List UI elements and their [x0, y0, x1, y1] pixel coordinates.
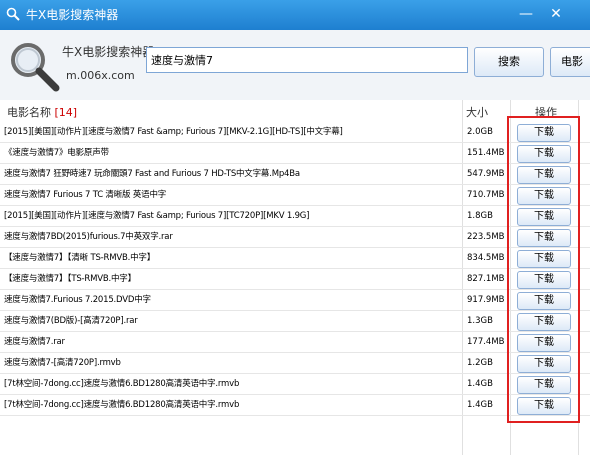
movie-size: 223.5MB — [467, 232, 505, 242]
header-size: 大小 — [466, 106, 488, 119]
movie-size: 2.0GB — [467, 127, 493, 137]
table-row: 速度与激情7-[高清720P].rmvb 1.2GB 下载 — [0, 353, 590, 374]
movie-size: 1.2GB — [467, 358, 493, 368]
header-name: 电影名称 [14] — [7, 104, 77, 120]
movie-size: 1.4GB — [467, 400, 493, 410]
table-row: [2015][美国][动作片][速度与激情7 Fast &amp; Furiou… — [0, 122, 590, 143]
movie-size: 1.4GB — [467, 379, 493, 389]
close-button[interactable]: ✕ — [543, 4, 569, 24]
download-button[interactable]: 下载 — [517, 271, 571, 289]
table-row: [7t林空间-7dong.cc]速度与激情6.BD1280高清英语中字.rmvb… — [0, 374, 590, 395]
table-row: 《速度与激情7》电影原声带 151.4MB 下载 — [0, 143, 590, 164]
download-button[interactable]: 下载 — [517, 229, 571, 247]
search-button[interactable]: 搜索 — [474, 47, 544, 77]
download-button[interactable]: 下载 — [517, 376, 571, 394]
movie-name: 速度与激情7(BD版)-[高清720P].rar — [4, 316, 138, 326]
download-button[interactable]: 下载 — [517, 313, 571, 331]
movie-name: 速度与激情7BD(2015)furious.7中英双字.rar — [4, 232, 173, 242]
movie-name: 速度与激情7.Furious 7.2015.DVD中字 — [4, 295, 151, 305]
download-button[interactable]: 下载 — [517, 355, 571, 373]
movie-name: 【速度与激情7】【清晰 TS-RMVB.中字】 — [4, 253, 156, 263]
movie-name: 【速度与激情7】【TS-RMVB.中字】 — [4, 274, 136, 284]
movie-name: [7t林空间-7dong.cc]速度与激情6.BD1280高清英语中字.rmvb — [4, 400, 240, 410]
results-table: 电影名称 [14] 大小 操作 [2015][美国][动作片][速度与激情7 F… — [0, 100, 590, 455]
movie-size: 547.9MB — [467, 169, 505, 179]
window-title: 牛X电影搜索神器 — [26, 8, 119, 22]
table-row: 速度与激情7 Furious 7 TC 清晰版 英语中字 710.7MB 下载 — [0, 185, 590, 206]
download-button[interactable]: 下载 — [517, 250, 571, 268]
header-op: 操作 — [535, 106, 557, 119]
movie-size: 151.4MB — [467, 148, 505, 158]
search-input[interactable] — [146, 47, 468, 73]
brand-name: 牛X电影搜索神器 — [62, 45, 155, 59]
download-button[interactable]: 下载 — [517, 145, 571, 163]
movie-size: 827.1MB — [467, 274, 505, 284]
table-row: 速度与激情7.Furious 7.2015.DVD中字 917.9MB 下载 — [0, 290, 590, 311]
table-header: 电影名称 [14] 大小 操作 — [0, 100, 590, 122]
magnifier-icon — [11, 43, 60, 92]
movie-name: [2015][美国][动作片][速度与激情7 Fast &amp; Furiou… — [4, 127, 343, 137]
search-header: 牛X电影搜索神器 m.006x.com 搜索 电影 — [0, 30, 590, 100]
table-row: 速度与激情7(BD版)-[高清720P].rar 1.3GB 下载 — [0, 311, 590, 332]
download-button[interactable]: 下载 — [517, 292, 571, 310]
table-row: [2015][美国][动作片][速度与激情7 Fast &amp; Furiou… — [0, 206, 590, 227]
movie-size: 1.8GB — [467, 211, 493, 221]
table-row: 速度与激情7 狂野時速7 玩命關頭7 Fast and Furious 7 HD… — [0, 164, 590, 185]
movie-size: 917.9MB — [467, 295, 505, 305]
movie-size: 177.4MB — [467, 337, 505, 347]
movie-name: 速度与激情7 Furious 7 TC 清晰版 英语中字 — [4, 190, 167, 200]
movie-name: [7t林空间-7dong.cc]速度与激情6.BD1280高清英语中字.rmvb — [4, 379, 240, 389]
result-count: [14] — [54, 106, 78, 119]
movie-name: 《速度与激情7》电影原声带 — [4, 148, 109, 158]
movie-name: 速度与激情7-[高清720P].rmvb — [4, 358, 121, 368]
table-row: [7t林空间-7dong.cc]速度与激情6.BD1280高清英语中字.rmvb… — [0, 395, 590, 416]
download-button[interactable]: 下载 — [517, 187, 571, 205]
title-bar: 牛X电影搜索神器 — ✕ — [0, 0, 590, 30]
movie-name: 速度与激情7.rar — [4, 337, 65, 347]
table-row: 速度与激情7.rar 177.4MB 下载 — [0, 332, 590, 353]
table-row: 【速度与激情7】【清晰 TS-RMVB.中字】 834.5MB 下载 — [0, 248, 590, 269]
download-button[interactable]: 下载 — [517, 208, 571, 226]
download-button[interactable]: 下载 — [517, 124, 571, 142]
download-button[interactable]: 下载 — [517, 397, 571, 415]
download-button[interactable]: 下载 — [517, 334, 571, 352]
movie-size: 1.3GB — [467, 316, 493, 326]
table-row: 速度与激情7BD(2015)furious.7中英双字.rar 223.5MB 下载 — [0, 227, 590, 248]
minimize-button[interactable]: — — [515, 4, 537, 24]
app-icon — [6, 7, 20, 21]
header-name-label: 电影名称 — [7, 106, 51, 119]
movie-button[interactable]: 电影 — [550, 47, 590, 77]
movie-size: 834.5MB — [467, 253, 505, 263]
movie-name: 速度与激情7 狂野時速7 玩命關頭7 Fast and Furious 7 HD… — [4, 169, 300, 179]
brand-url: m.006x.com — [66, 69, 135, 82]
movie-name: [2015][美国][动作片][速度与激情7 Fast &amp; Furiou… — [4, 211, 310, 221]
table-row: 【速度与激情7】【TS-RMVB.中字】 827.1MB 下载 — [0, 269, 590, 290]
download-button[interactable]: 下载 — [517, 166, 571, 184]
movie-size: 710.7MB — [467, 190, 505, 200]
